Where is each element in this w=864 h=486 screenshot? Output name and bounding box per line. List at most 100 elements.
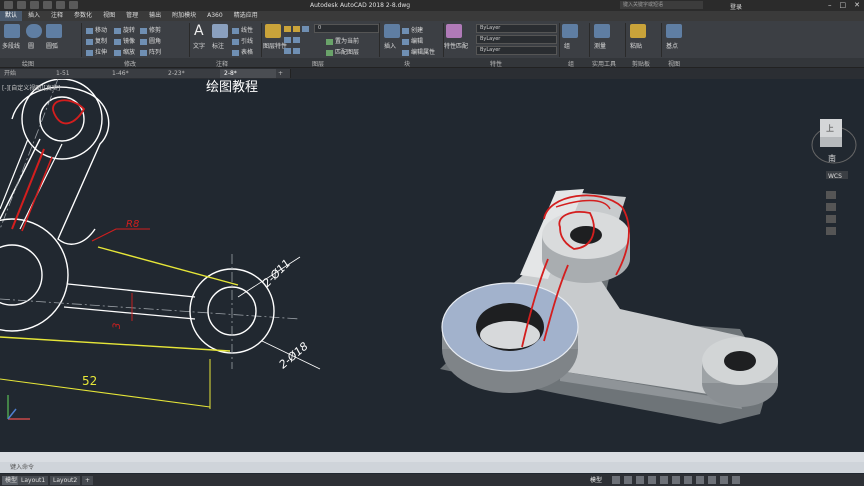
fillet-button[interactable]: 圆角 [149,38,161,45]
snap-toggle-icon[interactable] [624,476,632,484]
add-layout-icon[interactable]: + [82,476,94,485]
base-point-button[interactable]: 基点 [666,41,678,50]
match-layer-button[interactable]: 匹配图层 [335,49,359,56]
layout-tab-layout2[interactable]: Layout2 [50,476,81,485]
polar-toggle-icon[interactable] [648,476,656,484]
tab-output[interactable]: 输出 [144,11,166,21]
nav-bar[interactable] [826,191,836,235]
tab-view[interactable]: 视图 [98,11,120,21]
open-file-icon[interactable] [30,1,39,9]
panel-draw-title[interactable]: 绘图 [22,59,34,68]
tab-annotate[interactable]: 注释 [46,11,68,21]
tab-featured-apps[interactable]: 精选应用 [229,11,263,21]
circle-icon[interactable] [26,24,42,38]
panel-layers-title[interactable]: 图层 [312,59,324,68]
linetype-combo[interactable]: ByLayer [476,35,557,44]
viewcube-top-label[interactable]: 上 [826,124,834,133]
annotation-scale-icon[interactable] [684,476,692,484]
help-search-input[interactable]: 键入关键字或短语 [620,1,703,9]
linear-button[interactable]: 线性 [241,27,253,34]
tab-home[interactable]: 默认 [0,11,23,21]
measure-icon[interactable] [594,24,610,38]
table-button[interactable]: 表格 [241,49,253,56]
panel-modify-title[interactable]: 修改 [124,59,136,68]
stretch-button[interactable]: 拉伸 [95,49,107,56]
insert-block-button[interactable]: 插入 [384,41,396,50]
tab-parametric[interactable]: 参数化 [69,11,97,21]
customize-icon[interactable] [732,476,740,484]
app-menu-icon[interactable] [4,1,13,9]
trim-button[interactable]: 修剪 [149,27,161,34]
panel-clipboard-title[interactable]: 剪贴板 [632,59,650,68]
copy-button[interactable]: 复制 [95,38,107,45]
file-tab-start[interactable]: 开始 [0,69,55,78]
group-button[interactable]: 组 [564,41,570,50]
close-icon[interactable]: ✕ [854,1,860,9]
leader-button[interactable]: 引线 [241,38,253,45]
sign-in-link[interactable]: 登录 [730,2,742,11]
lineweight-toggle-icon[interactable] [672,476,680,484]
match-properties-button[interactable]: 特性匹配 [444,41,468,50]
array-button[interactable]: 阵列 [149,49,161,56]
zoom-icon[interactable] [826,203,836,211]
paste-icon[interactable] [630,24,646,38]
panel-annotation-title[interactable]: 注释 [216,59,228,68]
quick-access-toolbar[interactable] [4,1,78,9]
wcs-label[interactable]: WCS [828,173,842,180]
osnap-toggle-icon[interactable] [660,476,668,484]
panel-block-title[interactable]: 块 [404,59,410,68]
maximize-icon[interactable]: □ [840,1,847,9]
workspace-icon[interactable] [696,476,704,484]
layer-combo[interactable]: 0 [314,24,379,33]
mirror-button[interactable]: 镜像 [123,38,135,45]
panel-view-title[interactable]: 视图 [668,59,680,68]
viewport-controls-label[interactable]: [-][自定义视图][真实] [2,83,60,92]
model-space-indicator[interactable]: 模型 [590,475,602,484]
insert-block-icon[interactable] [384,24,400,38]
layer-properties-icon[interactable] [265,24,281,38]
edit-attributes-button[interactable]: 编辑属性 [411,49,435,56]
ortho-toggle-icon[interactable] [636,476,644,484]
base-point-icon[interactable] [666,24,682,38]
panel-utilities-title[interactable]: 实用工具 [592,59,616,68]
panel-groups-title[interactable]: 组 [568,59,574,68]
create-block-button[interactable]: 创建 [411,27,423,34]
group-icon[interactable] [562,24,578,38]
tab-manage[interactable]: 管理 [121,11,143,21]
tab-addins[interactable]: 附加模块 [167,11,201,21]
dimension-icon[interactable] [212,24,228,38]
arc-button[interactable]: 圆弧 [46,41,58,50]
rotate-button[interactable]: 旋转 [123,27,135,34]
dimension-button[interactable]: 标注 [212,41,224,50]
minimize-icon[interactable]: – [828,1,832,9]
command-input[interactable]: 键入命令 [0,462,864,473]
arc-icon[interactable] [46,24,62,38]
fullscreen-icon[interactable] [720,476,728,484]
text-button[interactable]: 文字 [193,41,205,50]
undo-icon[interactable] [56,1,65,9]
polyline-button[interactable]: 多段线 [2,41,20,50]
pan-icon[interactable] [826,191,836,199]
move-button[interactable]: 移动 [95,27,107,34]
file-tab-2-23[interactable]: 2-23* [164,69,223,78]
view-cube[interactable]: 上 南 WCS [811,119,857,180]
polyline-icon[interactable] [4,24,20,38]
set-current-button[interactable]: 置为当前 [335,38,359,45]
match-properties-icon[interactable] [446,24,462,38]
measure-button[interactable]: 测量 [594,41,606,50]
file-tab-1-46[interactable]: 1-46* [108,69,167,78]
scale-button[interactable]: 缩放 [123,49,135,56]
tab-a360[interactable]: A360 [202,11,228,21]
showmotion-icon[interactable] [826,227,836,235]
circle-button[interactable]: 圆 [28,41,34,50]
edit-block-button[interactable]: 编辑 [411,38,423,45]
paste-button[interactable]: 粘贴 [630,41,642,50]
panel-properties-title[interactable]: 特性 [490,59,502,68]
lineweight-combo[interactable]: ByLayer [476,46,557,55]
save-icon[interactable] [43,1,52,9]
redo-icon[interactable] [69,1,78,9]
color-combo[interactable]: ByLayer [476,24,557,33]
isolate-icon[interactable] [708,476,716,484]
new-tab-icon[interactable]: + [276,69,291,78]
text-icon[interactable]: A [194,23,204,39]
